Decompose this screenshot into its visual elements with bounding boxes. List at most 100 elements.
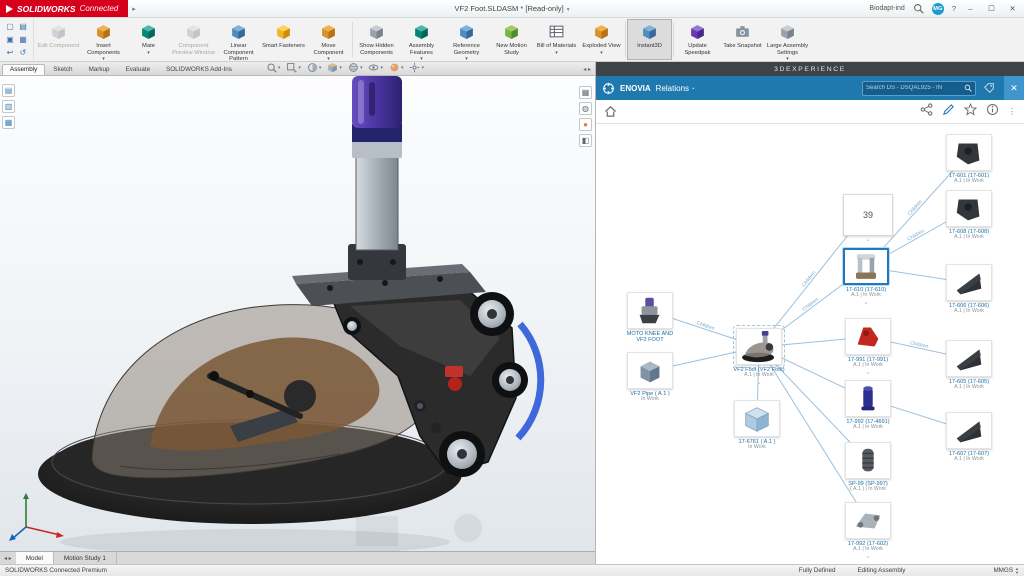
- view-settings-icon[interactable]: ▾: [409, 62, 424, 73]
- compass-icon[interactable]: [602, 82, 615, 95]
- section-view-icon[interactable]: ▾: [307, 62, 322, 73]
- scene-pane-icon[interactable]: ◧: [579, 134, 592, 147]
- ribbon-button-exploded-view[interactable]: Exploded View▾: [579, 19, 624, 60]
- model-tab-motion-study-1[interactable]: Motion Study 1: [54, 552, 117, 564]
- expand-chevron-icon[interactable]: ⌄: [839, 554, 897, 561]
- node-thumbnail[interactable]: [946, 134, 992, 171]
- display-style-icon[interactable]: ▾: [348, 62, 363, 73]
- save-icon[interactable]: ▣: [4, 34, 16, 46]
- tab-solidworks-add-ins[interactable]: SOLIDWORKS Add-Ins: [158, 64, 240, 75]
- panel-search[interactable]: [862, 81, 976, 96]
- star-icon[interactable]: [964, 103, 977, 121]
- maximize-button[interactable]: ☐: [985, 4, 998, 13]
- help-button[interactable]: ?: [952, 4, 956, 13]
- ribbon-button-insert-components[interactable]: Insert Components▾: [81, 19, 126, 60]
- undo-icon[interactable]: ↩: [4, 47, 16, 59]
- model-tab-nav-arrows[interactable]: ◂ ▸: [0, 552, 16, 564]
- panel-close-button[interactable]: ✕: [1004, 76, 1024, 100]
- hide-items-icon[interactable]: ▾: [368, 62, 383, 73]
- graph-node-r17-606[interactable]: 17-606 (17-606)A.1 | In Work: [940, 264, 998, 315]
- graph-node-count-39[interactable]: 39⌄: [839, 194, 897, 244]
- task-pane-icon[interactable]: ▦: [2, 116, 15, 129]
- expand-chevron-icon[interactable]: ⌄: [730, 380, 788, 387]
- ribbon-button-take-snapshot[interactable]: Take Snapshot: [720, 19, 765, 60]
- more-icon[interactable]: ⋮: [1008, 107, 1016, 116]
- ribbon-button-reference-geometry[interactable]: Reference Geometry▾: [444, 19, 489, 60]
- panel-collapse-arrows[interactable]: ◂ ▸: [579, 66, 595, 75]
- tab-evaluate[interactable]: Evaluate: [118, 64, 159, 75]
- view-orientation-icon[interactable]: ▾: [327, 62, 342, 73]
- tab-sketch[interactable]: Sketch: [45, 64, 80, 75]
- appearance-pane-icon[interactable]: ●: [579, 118, 592, 131]
- user-avatar[interactable]: MG: [932, 3, 944, 15]
- home-icon[interactable]: [604, 105, 617, 118]
- account-name[interactable]: Biodapt-ind: [869, 5, 904, 12]
- print-icon[interactable]: ▦: [17, 34, 29, 46]
- node-thumbnail[interactable]: [845, 318, 891, 355]
- close-button[interactable]: ✕: [1006, 4, 1019, 13]
- graph-node-r17-607[interactable]: 17-607 (17-607)A.1 | In Work: [940, 412, 998, 463]
- graph-node-n17-6761[interactable]: 17-6761 ( A.1 )In Work: [728, 400, 786, 451]
- ribbon-button-assembly-features[interactable]: Assembly Features▾: [399, 19, 444, 60]
- collapsed-count[interactable]: 39: [843, 194, 893, 236]
- ribbon-button-new-motion-study[interactable]: New Motion Study: [489, 19, 534, 60]
- graph-node-vf2-foot[interactable]: VF2 Foot (VF2 Foot)A.1 | In Work⌄: [730, 328, 788, 387]
- ribbon-button-mate[interactable]: Mate▾: [126, 19, 171, 60]
- node-thumbnail[interactable]: [845, 442, 891, 479]
- ribbon-button-move-component[interactable]: Move Component▾: [306, 19, 351, 60]
- ribbon-button-large-assembly-settings[interactable]: Large Assembly Settings▾: [765, 19, 810, 60]
- info-icon[interactable]: [986, 103, 999, 121]
- appearance-icon[interactable]: ▾: [389, 62, 404, 73]
- design-library-icon[interactable]: ▤: [2, 84, 15, 97]
- ribbon-button-update-speedpak[interactable]: Update Speedpak: [675, 19, 720, 60]
- dropdown-arrow-icon[interactable]: ▾: [600, 51, 603, 56]
- node-thumbnail[interactable]: [946, 340, 992, 377]
- visibility-pane-icon[interactable]: ◍: [579, 102, 592, 115]
- rebuild-icon[interactable]: ↺: [17, 47, 29, 59]
- ribbon-button-bill-of-materials[interactable]: Bill of Materials▾: [534, 19, 579, 60]
- ribbon-button-show-hidden-components[interactable]: Show Hidden Components: [354, 19, 399, 60]
- relations-graph[interactable]: ChildrenChildrenChildrenChildrenChildren…: [596, 124, 1024, 564]
- minimize-button[interactable]: –: [964, 4, 977, 13]
- node-thumbnail[interactable]: [845, 502, 891, 539]
- new-file-icon[interactable]: ▢: [4, 21, 16, 33]
- units-selector[interactable]: MMGS ▲▼: [993, 567, 1019, 575]
- tab-markup[interactable]: Markup: [81, 64, 118, 75]
- dropdown-arrow-icon[interactable]: ▾: [555, 51, 558, 56]
- edit-icon[interactable]: [942, 103, 955, 121]
- node-thumbnail[interactable]: [627, 292, 673, 329]
- node-thumbnail[interactable]: [845, 380, 891, 417]
- node-thumbnail[interactable]: [627, 352, 673, 389]
- node-thumbnail[interactable]: [736, 328, 782, 365]
- units-spinner[interactable]: ▲▼: [1015, 567, 1019, 575]
- ribbon-button-linear-component-pattern[interactable]: Linear Component Pattern▾: [216, 19, 261, 60]
- zoom-area-icon[interactable]: ▾: [286, 62, 301, 73]
- graph-node-moto-knee[interactable]: MOTO KNEE AND VF2 FOOT: [621, 292, 679, 344]
- model-tab-model[interactable]: Model: [16, 552, 54, 564]
- graph-node-n17-610[interactable]: 17-610 (17-610)A.1 | In Work⌄: [837, 248, 895, 307]
- graph-node-r17-601[interactable]: 17-601 (17-601)A.1 | In Work: [940, 134, 998, 185]
- graphics-viewport[interactable]: ▦◍●◧ ▤▥▦: [0, 76, 595, 551]
- search-icon[interactable]: [913, 3, 924, 14]
- node-thumbnail[interactable]: [946, 264, 992, 301]
- view-selector[interactable]: Relations⌄: [656, 84, 696, 93]
- expand-chevron-icon[interactable]: ⌄: [837, 300, 895, 307]
- graph-node-vf2-pipe[interactable]: VF2 Pipe ( A.1 )In Work: [621, 352, 679, 403]
- node-title[interactable]: MOTO KNEE AND VF2 FOOT: [621, 331, 679, 344]
- node-thumbnail[interactable]: [946, 190, 992, 227]
- node-thumbnail[interactable]: [843, 248, 889, 285]
- menu-expand-arrow[interactable]: ▸: [132, 5, 136, 13]
- expand-chevron-icon[interactable]: ⌄: [839, 370, 897, 377]
- expand-chevron-icon[interactable]: ⌄: [839, 237, 897, 244]
- node-thumbnail[interactable]: [734, 400, 780, 437]
- ribbon-button-instant3d[interactable]: Instant3D: [627, 19, 672, 60]
- graph-node-n17-992[interactable]: 17-992 (17-4691)A.1 | In Work: [839, 380, 897, 431]
- panel-search-input[interactable]: [866, 85, 962, 91]
- display-pane-icon[interactable]: ▦: [579, 86, 592, 99]
- graph-node-n17-991[interactable]: 17-991 (17-991)A.1 | In Work⌄: [839, 318, 897, 377]
- node-thumbnail[interactable]: [946, 412, 992, 449]
- tab-assembly[interactable]: Assembly: [2, 64, 45, 75]
- open-file-icon[interactable]: ▤: [17, 21, 29, 33]
- graph-node-r17-605[interactable]: 17-605 (17-605)A.1 | In Work: [940, 340, 998, 391]
- search-icon[interactable]: [964, 84, 972, 92]
